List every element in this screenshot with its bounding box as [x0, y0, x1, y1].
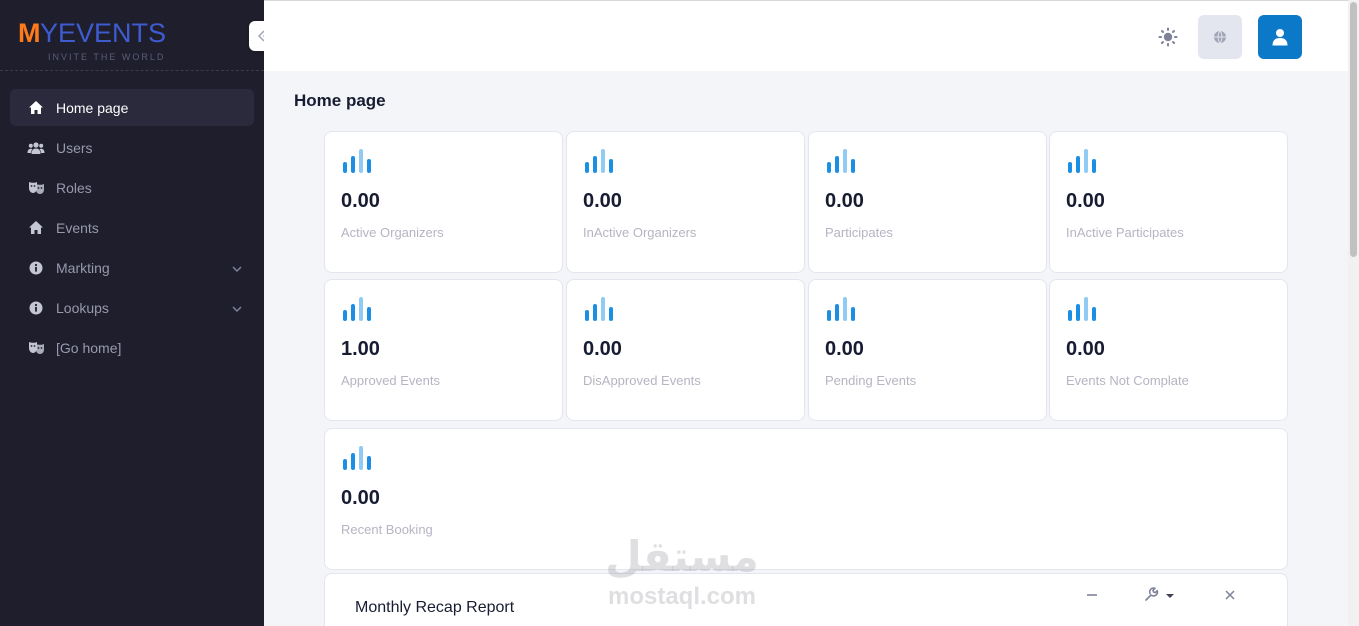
home-icon — [27, 220, 45, 236]
close-icon — [1225, 590, 1235, 600]
stat-label: InActive Organizers — [583, 225, 697, 240]
stat-card: 0.00 InActive Participates — [1049, 131, 1288, 273]
logo-tagline: INVITE THE WORLD — [48, 52, 166, 62]
stat-value: 0.00 — [825, 190, 864, 212]
sidebar-menu: Home page Users Roles Events Markting Lo… — [10, 89, 254, 369]
masks-icon — [27, 180, 45, 196]
sidebar: MYEVENTS INVITE THE WORLD Home page User… — [0, 0, 264, 626]
stat-card: 0.00 InActive Organizers — [566, 131, 805, 273]
stat-value: 0.00 — [1066, 338, 1105, 360]
user-icon — [1272, 29, 1288, 46]
recap-title: Monthly Recap Report — [355, 599, 515, 616]
stat-card: 0.00 DisApproved Events — [566, 279, 805, 421]
page-title: Home page — [294, 91, 386, 110]
stat-value: 0.00 — [341, 487, 380, 509]
bar-chart-icon — [584, 296, 616, 327]
stat-label: Active Organizers — [341, 225, 444, 240]
theme-toggle-button[interactable] — [1154, 23, 1182, 51]
masks-icon — [27, 340, 45, 356]
stat-card: 0.00 Recent Booking — [324, 428, 1288, 570]
stat-value: 0.00 — [1066, 190, 1105, 212]
sidebar-item-lookups[interactable]: Lookups — [10, 289, 254, 326]
stat-value: 0.00 — [341, 190, 380, 212]
language-button[interactable] — [1198, 15, 1242, 59]
bar-chart-icon — [342, 445, 374, 476]
sidebar-item-roles[interactable]: Roles — [10, 169, 254, 206]
sidebar-item-label: Home page — [56, 99, 129, 116]
sidebar-item-markting[interactable]: Markting — [10, 249, 254, 286]
stat-value: 0.00 — [825, 338, 864, 360]
bar-chart-icon — [1067, 296, 1099, 327]
sidebar-item-users[interactable]: Users — [10, 129, 254, 166]
info-icon — [27, 300, 45, 316]
stat-label: InActive Participates — [1066, 225, 1184, 240]
sidebar-item-label: Roles — [56, 179, 92, 196]
sun-icon — [1158, 27, 1178, 47]
settings-dropdown-button[interactable] — [1145, 587, 1175, 606]
stat-card: 0.00 Participates — [808, 131, 1047, 273]
wrench-icon — [1145, 587, 1159, 601]
stat-label: Participates — [825, 225, 893, 240]
monthly-recap-card: Monthly Recap Report — [324, 573, 1288, 626]
sidebar-item-label: Events — [56, 219, 99, 236]
stat-card: 0.00 Events Not Complate — [1049, 279, 1288, 421]
bar-chart-icon — [1067, 148, 1099, 179]
stat-label: Recent Booking — [341, 522, 433, 537]
users-icon — [27, 140, 45, 156]
stat-value: 1.00 — [341, 338, 380, 360]
chevron-down-icon[interactable] — [232, 261, 242, 277]
stat-label: Approved Events — [341, 373, 441, 388]
stat-label: Events Not Complate — [1066, 373, 1189, 388]
app-logo[interactable]: MYEVENTS INVITE THE WORLD — [18, 10, 198, 62]
stat-value: 0.00 — [583, 190, 622, 212]
caret-down-icon — [1166, 594, 1175, 598]
bar-chart-icon — [826, 296, 858, 327]
top-header — [264, 0, 1348, 71]
stat-card: 0.00 Pending Events — [808, 279, 1047, 421]
stat-value: 0.00 — [583, 338, 622, 360]
sidebar-item-label: Lookups — [56, 299, 109, 316]
sidebar-item-events[interactable]: Events — [10, 209, 254, 246]
stat-label: Pending Events — [825, 373, 917, 388]
sidebar-item-label: Users — [56, 139, 93, 156]
bar-chart-icon — [584, 148, 616, 179]
sidebar-item-label: [Go home] — [56, 339, 122, 356]
chevron-down-icon[interactable] — [232, 301, 242, 317]
stat-card: 0.00 Active Organizers — [324, 131, 563, 273]
scrollbar-thumb[interactable] — [1350, 2, 1357, 257]
minimize-button[interactable] — [1085, 587, 1099, 606]
sidebar-item-home-page[interactable]: Home page — [10, 89, 254, 126]
bar-chart-icon — [342, 296, 374, 327]
sidebar-item-go-home[interactable]: [Go home] — [10, 329, 254, 366]
close-button[interactable] — [1223, 587, 1237, 606]
bar-chart-icon — [826, 148, 858, 179]
bar-chart-icon — [342, 148, 374, 179]
home-icon — [27, 100, 45, 116]
minus-icon — [1087, 594, 1097, 596]
sidebar-item-label: Markting — [56, 259, 110, 276]
globe-icon — [1214, 30, 1226, 44]
info-icon — [27, 260, 45, 276]
stat-card: 1.00 Approved Events — [324, 279, 563, 421]
logo-wordmark: MYEVENTS — [18, 18, 167, 48]
stat-label: DisApproved Events — [583, 373, 701, 388]
sidebar-divider — [0, 70, 264, 71]
user-profile-button[interactable] — [1258, 15, 1302, 59]
